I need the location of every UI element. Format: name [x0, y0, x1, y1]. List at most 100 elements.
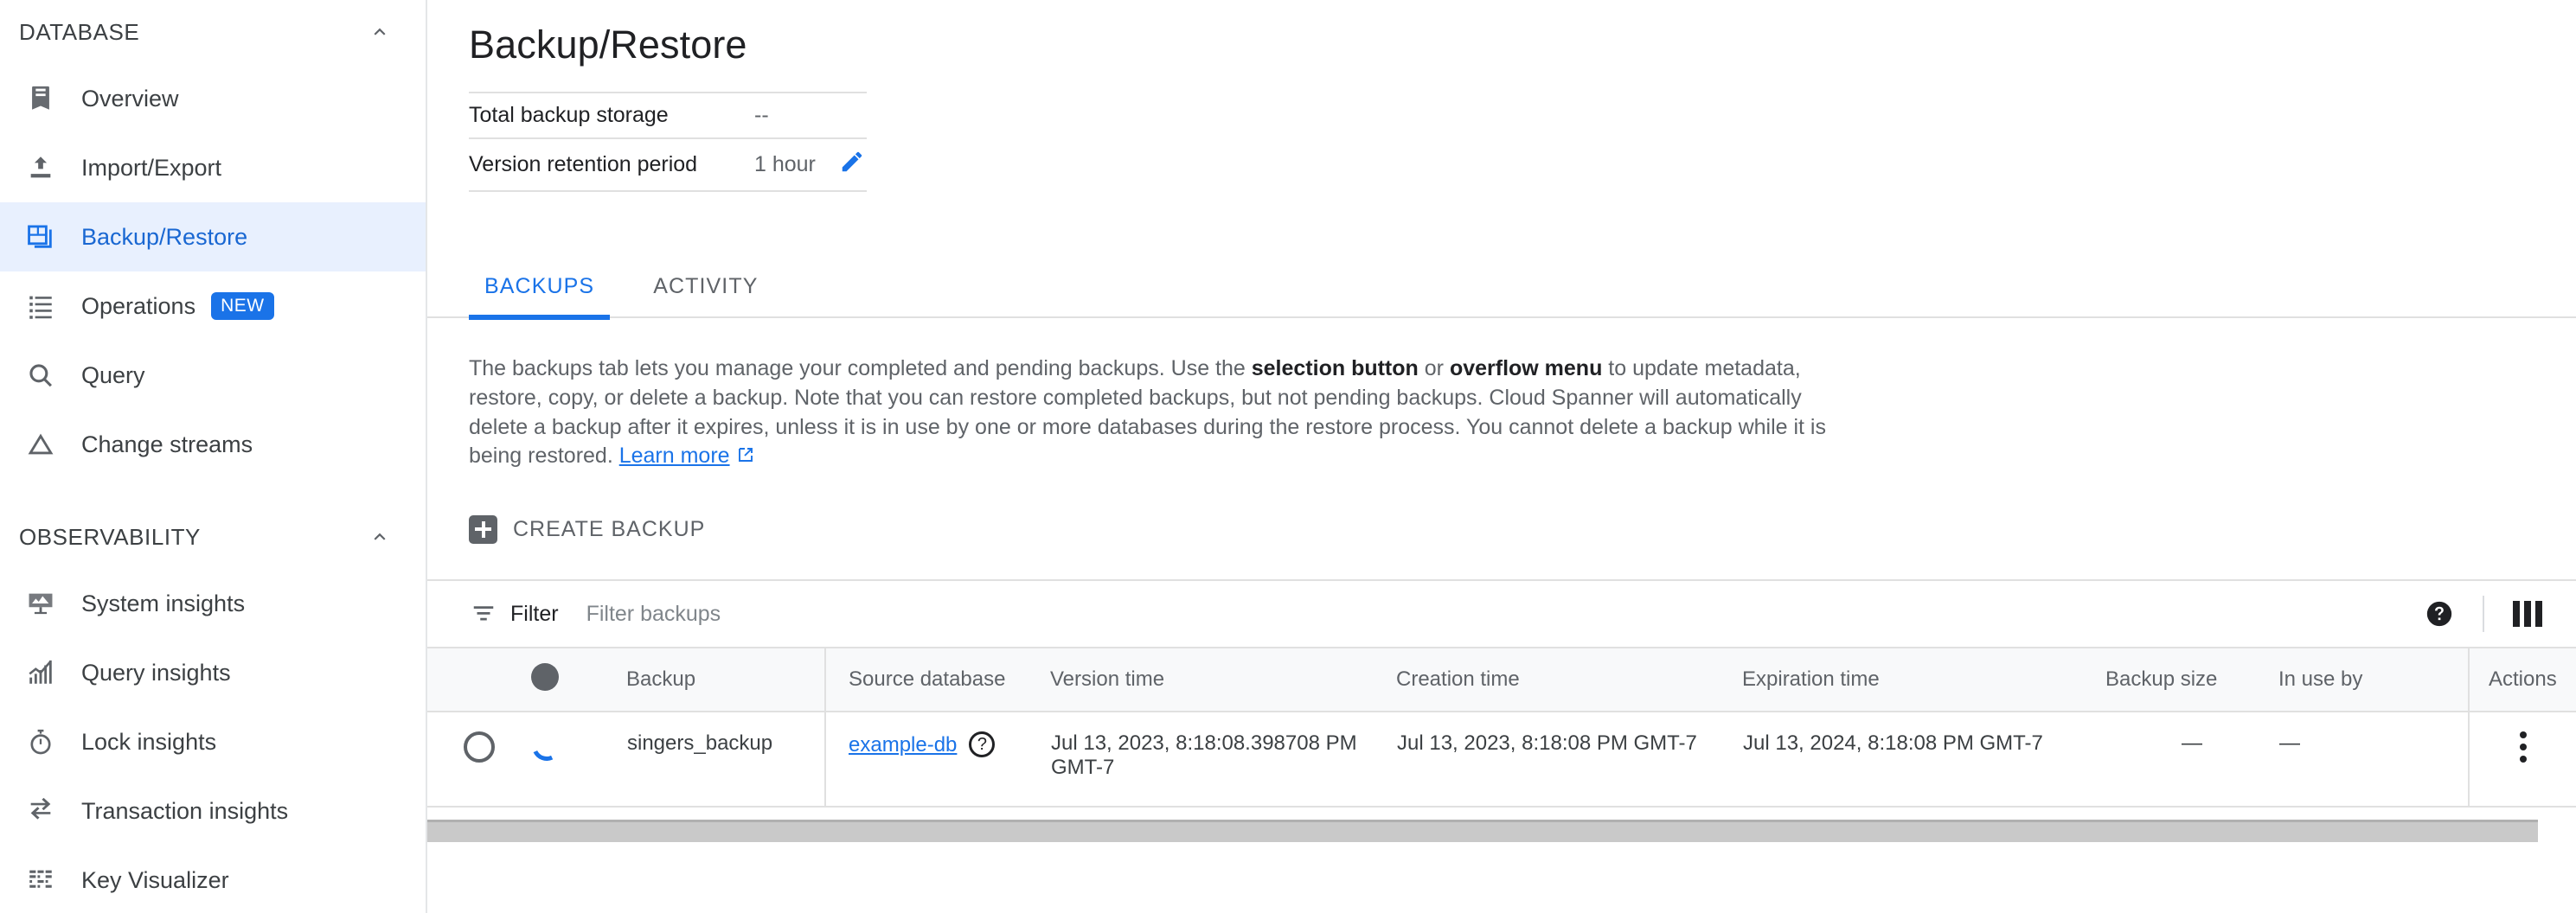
sidebar-item-key-visualizer[interactable]: Key Visualizer: [0, 846, 426, 913]
backups-table: Backup Source database Version time Crea…: [427, 647, 2576, 808]
summary-label: Version retention period: [469, 137, 754, 192]
tab-activity[interactable]: ACTIVITY: [638, 254, 773, 318]
sidebar: DATABASE Overview Import/Export Backup/R…: [0, 0, 427, 913]
desc-bold-overflow-menu: overflow menu: [1449, 356, 1603, 380]
app-root: DATABASE Overview Import/Export Backup/R…: [0, 0, 2576, 913]
stopwatch-icon: [21, 722, 61, 762]
row-select-cell: [427, 712, 531, 808]
sidebar-item-label: Query insights: [81, 659, 231, 686]
table-row[interactable]: singers_backup example-db? Jul 13, 2023,…: [427, 712, 2576, 808]
plus-square-icon: [469, 514, 497, 544]
sidebar-item-label: Backup/Restore: [81, 223, 248, 250]
summary-value-wrap: 1 hour: [754, 137, 867, 192]
sidebar-item-label: Change streams: [81, 431, 253, 457]
sidebar-item-label: Overview: [81, 85, 179, 112]
sidebar-item-query-insights[interactable]: Query insights: [0, 638, 426, 707]
sidebar-item-backup-restore[interactable]: Backup/Restore: [0, 202, 426, 271]
sidebar-section-database[interactable]: DATABASE: [0, 0, 426, 64]
backup-restore-icon: [21, 217, 61, 257]
chevron-up-icon[interactable]: [365, 17, 394, 47]
sidebar-item-transaction-insights[interactable]: Transaction insights: [0, 776, 426, 846]
kebab-menu-icon[interactable]: [2470, 731, 2575, 763]
col-expiration-time[interactable]: Expiration time: [1742, 647, 2105, 712]
summary-value: 1 hour: [754, 152, 816, 176]
sidebar-item-query[interactable]: Query: [0, 341, 426, 410]
col-source-database[interactable]: Source database: [824, 647, 1050, 712]
col-in-use-by[interactable]: In use by: [2278, 647, 2469, 712]
row-actions-cell: [2468, 712, 2576, 808]
col-select: [427, 647, 531, 712]
overview-icon: [21, 79, 61, 118]
chevron-up-icon[interactable]: [365, 522, 394, 552]
summary-row-total-backup-storage: Total backup storage --: [469, 92, 867, 139]
help-circle-icon[interactable]: [2415, 590, 2464, 638]
loading-spinner-icon: [528, 727, 566, 765]
tab-backups[interactable]: BACKUPS: [469, 254, 611, 320]
page-title: Backup/Restore: [469, 22, 747, 67]
filter-input[interactable]: [584, 600, 2415, 628]
divider: [2483, 596, 2484, 632]
summary-value: --: [754, 92, 867, 139]
sidebar-item-import-export[interactable]: Import/Export: [0, 133, 426, 202]
summary-row-version-retention-period: Version retention period 1 hour: [469, 137, 867, 192]
swap-arrows-icon: [21, 791, 61, 831]
col-backup-size[interactable]: Backup size: [2105, 647, 2278, 712]
col-backup[interactable]: Backup: [626, 647, 825, 712]
backups-description: The backups tab lets you manage your com…: [469, 354, 1836, 474]
bar-chart-icon: [21, 653, 61, 693]
help-circle-outline-icon[interactable]: ?: [969, 731, 996, 757]
main-content: Backup/Restore Total backup storage -- V…: [427, 0, 2576, 913]
tab-bar: BACKUPS ACTIVITY: [427, 254, 2576, 320]
col-version-time[interactable]: Version time: [1050, 647, 1396, 712]
sidebar-item-label: Operations: [81, 292, 196, 319]
new-badge: NEW: [211, 292, 274, 320]
col-status: [531, 647, 626, 712]
sidebar-section-title: DATABASE: [19, 18, 140, 45]
column-settings-icon[interactable]: [2503, 590, 2552, 638]
row-source-database-cell: example-db?: [824, 712, 1050, 808]
desc-part-2: or: [1418, 356, 1450, 380]
desc-bold-selection-button: selection button: [1251, 356, 1419, 380]
scrollbar-thumb[interactable]: [427, 820, 2538, 842]
sidebar-item-overview[interactable]: Overview: [0, 64, 426, 133]
row-expiration-time: Jul 13, 2024, 8:18:08 PM GMT-7: [1742, 712, 2105, 808]
sidebar-item-change-streams[interactable]: Change streams: [0, 410, 426, 479]
sidebar-item-label: System insights: [81, 590, 246, 616]
create-backup-label: CREATE BACKUP: [513, 516, 706, 541]
sidebar-item-operations[interactable]: Operations NEW: [0, 271, 426, 341]
horizontal-scrollbar[interactable]: [427, 820, 2576, 842]
sidebar-section-observability[interactable]: OBSERVABILITY: [0, 505, 426, 569]
source-database-link[interactable]: example-db: [849, 733, 957, 757]
col-creation-time[interactable]: Creation time: [1396, 647, 1742, 712]
sidebar-item-label: Key Visualizer: [81, 866, 229, 893]
import-export-icon: [21, 148, 61, 188]
sidebar-item-lock-insights[interactable]: Lock insights: [0, 707, 426, 776]
triangle-icon: [21, 425, 61, 464]
summary-table: Total backup storage -- Version retentio…: [469, 92, 867, 192]
col-actions: Actions: [2468, 647, 2576, 712]
desc-part-1: The backups tab lets you manage your com…: [469, 356, 1252, 380]
pencil-icon[interactable]: [839, 149, 865, 181]
learn-more-link[interactable]: Learn more: [619, 444, 730, 468]
row-backup-size: —: [2105, 712, 2278, 808]
row-in-use-by: —: [2278, 712, 2469, 808]
create-backup-button[interactable]: CREATE BACKUP: [469, 514, 706, 544]
sidebar-item-system-insights[interactable]: System insights: [0, 569, 426, 638]
sidebar-section-title: OBSERVABILITY: [19, 523, 201, 550]
sidebar-item-label: Lock insights: [81, 728, 217, 755]
filter-bar: Filter: [427, 579, 2576, 647]
filter-label: Filter: [510, 601, 559, 626]
heatmap-grid-icon: [21, 860, 61, 900]
summary-label: Total backup storage: [469, 92, 754, 139]
external-link-icon[interactable]: [735, 444, 756, 474]
list-icon: [21, 286, 61, 326]
radio-unchecked-icon[interactable]: [464, 731, 495, 763]
table-header-row: Backup Source database Version time Crea…: [427, 647, 2576, 712]
search-icon: [21, 355, 61, 395]
filter-bar-actions: [2415, 590, 2552, 638]
sidebar-item-label: Query: [81, 361, 145, 388]
filter-icon[interactable]: [469, 599, 498, 629]
sidebar-item-label: Import/Export: [81, 154, 222, 181]
monitor-chart-icon: [21, 584, 61, 623]
row-creation-time: Jul 13, 2023, 8:18:08 PM GMT-7: [1396, 712, 1742, 808]
